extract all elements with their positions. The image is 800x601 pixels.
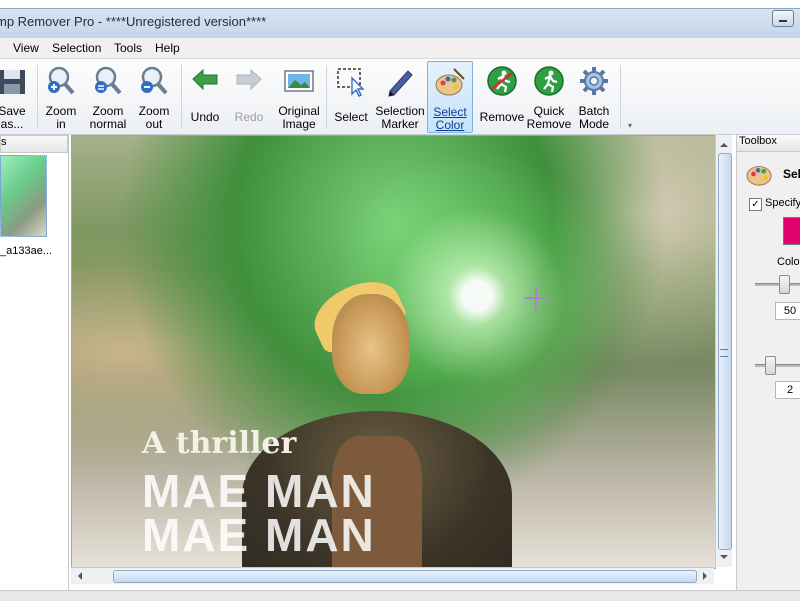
color-palette-icon xyxy=(746,166,772,186)
gear-icon xyxy=(580,67,608,95)
save-as-button[interactable]: Save as... xyxy=(0,61,34,131)
redo-button[interactable]: Redo xyxy=(229,61,269,131)
save-icon xyxy=(0,70,25,94)
zoom-in-icon xyxy=(48,66,75,95)
menu-view[interactable]: View xyxy=(13,41,39,55)
marker-pen-icon xyxy=(388,70,413,97)
color-slider-track[interactable] xyxy=(755,283,800,286)
title-bar: mp Remover Pro - ****Unregistered versio… xyxy=(0,0,800,39)
scroll-left-arrow-icon[interactable] xyxy=(74,572,82,580)
second-slider-value[interactable]: 2 xyxy=(775,381,800,399)
select-label: Select xyxy=(334,110,368,124)
zoom-in-button[interactable]: Zoom in xyxy=(40,61,82,131)
scroll-right-arrow-icon[interactable] xyxy=(703,572,711,580)
specify-color-label: Specify s xyxy=(765,197,800,209)
scroll-up-arrow-icon[interactable] xyxy=(720,139,728,147)
image-canvas[interactable]: A thriller MAE MAN MAE MAN xyxy=(71,135,716,569)
save-as-label-2: as... xyxy=(0,117,24,131)
quick-remove-button[interactable]: Quick Remove xyxy=(526,61,572,131)
selection-marker-button[interactable]: Selection Marker xyxy=(374,61,426,131)
selection-marker-label-2: Marker xyxy=(381,117,419,131)
status-bar xyxy=(0,590,800,601)
color-palette-icon xyxy=(435,68,465,96)
original-image-label-2: Image xyxy=(282,117,316,131)
remove-button[interactable]: Remove xyxy=(478,61,526,131)
quick-running-man-icon xyxy=(534,66,564,96)
undo-label: Undo xyxy=(190,110,220,124)
select-color-label-2: Color xyxy=(435,118,465,132)
menu-tools[interactable]: Tools xyxy=(114,41,142,55)
original-image-button[interactable]: Original Image xyxy=(274,61,324,131)
vertical-scrollbar[interactable] xyxy=(715,135,732,567)
zoom-out-button[interactable]: Zoom out xyxy=(134,61,174,131)
crosshair-cursor-icon xyxy=(524,286,548,310)
batch-mode-button[interactable]: Batch Mode xyxy=(573,61,615,131)
zoom-in-label-2: in xyxy=(56,117,66,131)
zoom-out-icon xyxy=(141,66,168,95)
toolbox-header: Toolbox xyxy=(737,135,800,152)
second-slider-thumb[interactable] xyxy=(765,356,776,375)
menu-bar: View Selection Tools Help xyxy=(0,38,800,59)
window-title: mp Remover Pro - ****Unregistered versio… xyxy=(0,14,267,29)
second-slider-track[interactable] xyxy=(755,364,800,367)
toolbar-separator xyxy=(181,65,182,129)
color-swatch[interactable] xyxy=(783,217,800,245)
undo-button[interactable]: Undo xyxy=(185,61,225,131)
image-thumbnail[interactable] xyxy=(0,155,47,237)
toolbar-separator xyxy=(326,65,327,129)
horizontal-scrollbar[interactable] xyxy=(71,567,714,584)
toolbox-panel: Toolbox Sele ✓ Specify s Color 50 2 xyxy=(736,135,800,590)
toolbox-title: Sele xyxy=(783,167,800,181)
color-tolerance-label: Color xyxy=(777,256,800,268)
color-slider-thumb[interactable] xyxy=(779,275,790,294)
photo-screen-text-line2: MAE MAN xyxy=(142,465,376,517)
image-icon xyxy=(284,70,314,92)
zoom-normal-icon xyxy=(95,66,122,95)
menu-help[interactable]: Help xyxy=(155,41,180,55)
zoom-out-label-2: out xyxy=(145,117,163,131)
running-man-icon xyxy=(487,66,517,96)
color-slider-value[interactable]: 50 xyxy=(775,302,800,320)
toolbar: Save as... Zoom in Zoom normal Zoom out Undo… xyxy=(0,59,800,135)
thumbnails-panel: s _a133ae... xyxy=(0,135,69,590)
toolbar-overflow-chevron-icon[interactable]: ▾ xyxy=(628,121,632,130)
select-rectangle-icon xyxy=(337,68,365,97)
zoom-normal-label-2: normal xyxy=(89,117,127,131)
specify-color-checkbox[interactable]: ✓ xyxy=(749,198,762,211)
photo-screen-text-large: MAE MAN MAE MAN xyxy=(142,465,376,561)
photo-screen-text: A thriller xyxy=(142,426,297,461)
scroll-grip-icon xyxy=(720,349,728,357)
select-color-button[interactable]: Select Color xyxy=(427,61,473,133)
scroll-down-arrow-icon[interactable] xyxy=(720,555,728,563)
thumbnails-panel-title: s xyxy=(1,136,7,148)
thumbnail-caption: _a133ae... xyxy=(0,245,52,257)
photo-screen-text-line3: MAE MAN xyxy=(142,509,376,561)
horizontal-scroll-thumb[interactable] xyxy=(113,570,697,583)
batch-mode-label-2: Mode xyxy=(578,117,610,131)
redo-label: Redo xyxy=(234,110,264,124)
minimize-button[interactable] xyxy=(772,10,794,27)
select-button[interactable]: Select xyxy=(330,61,372,131)
photo-person-head xyxy=(332,294,410,394)
zoom-normal-button[interactable]: Zoom normal xyxy=(86,61,130,131)
toolbar-separator xyxy=(620,65,621,129)
thumbnails-panel-header: s xyxy=(0,135,68,153)
undo-arrow-icon xyxy=(192,68,218,91)
menu-selection[interactable]: Selection xyxy=(52,41,101,55)
quick-remove-label-2: Remove xyxy=(526,117,572,131)
redo-arrow-icon xyxy=(236,68,262,91)
toolbar-separator xyxy=(37,65,38,129)
remove-label: Remove xyxy=(479,110,525,124)
